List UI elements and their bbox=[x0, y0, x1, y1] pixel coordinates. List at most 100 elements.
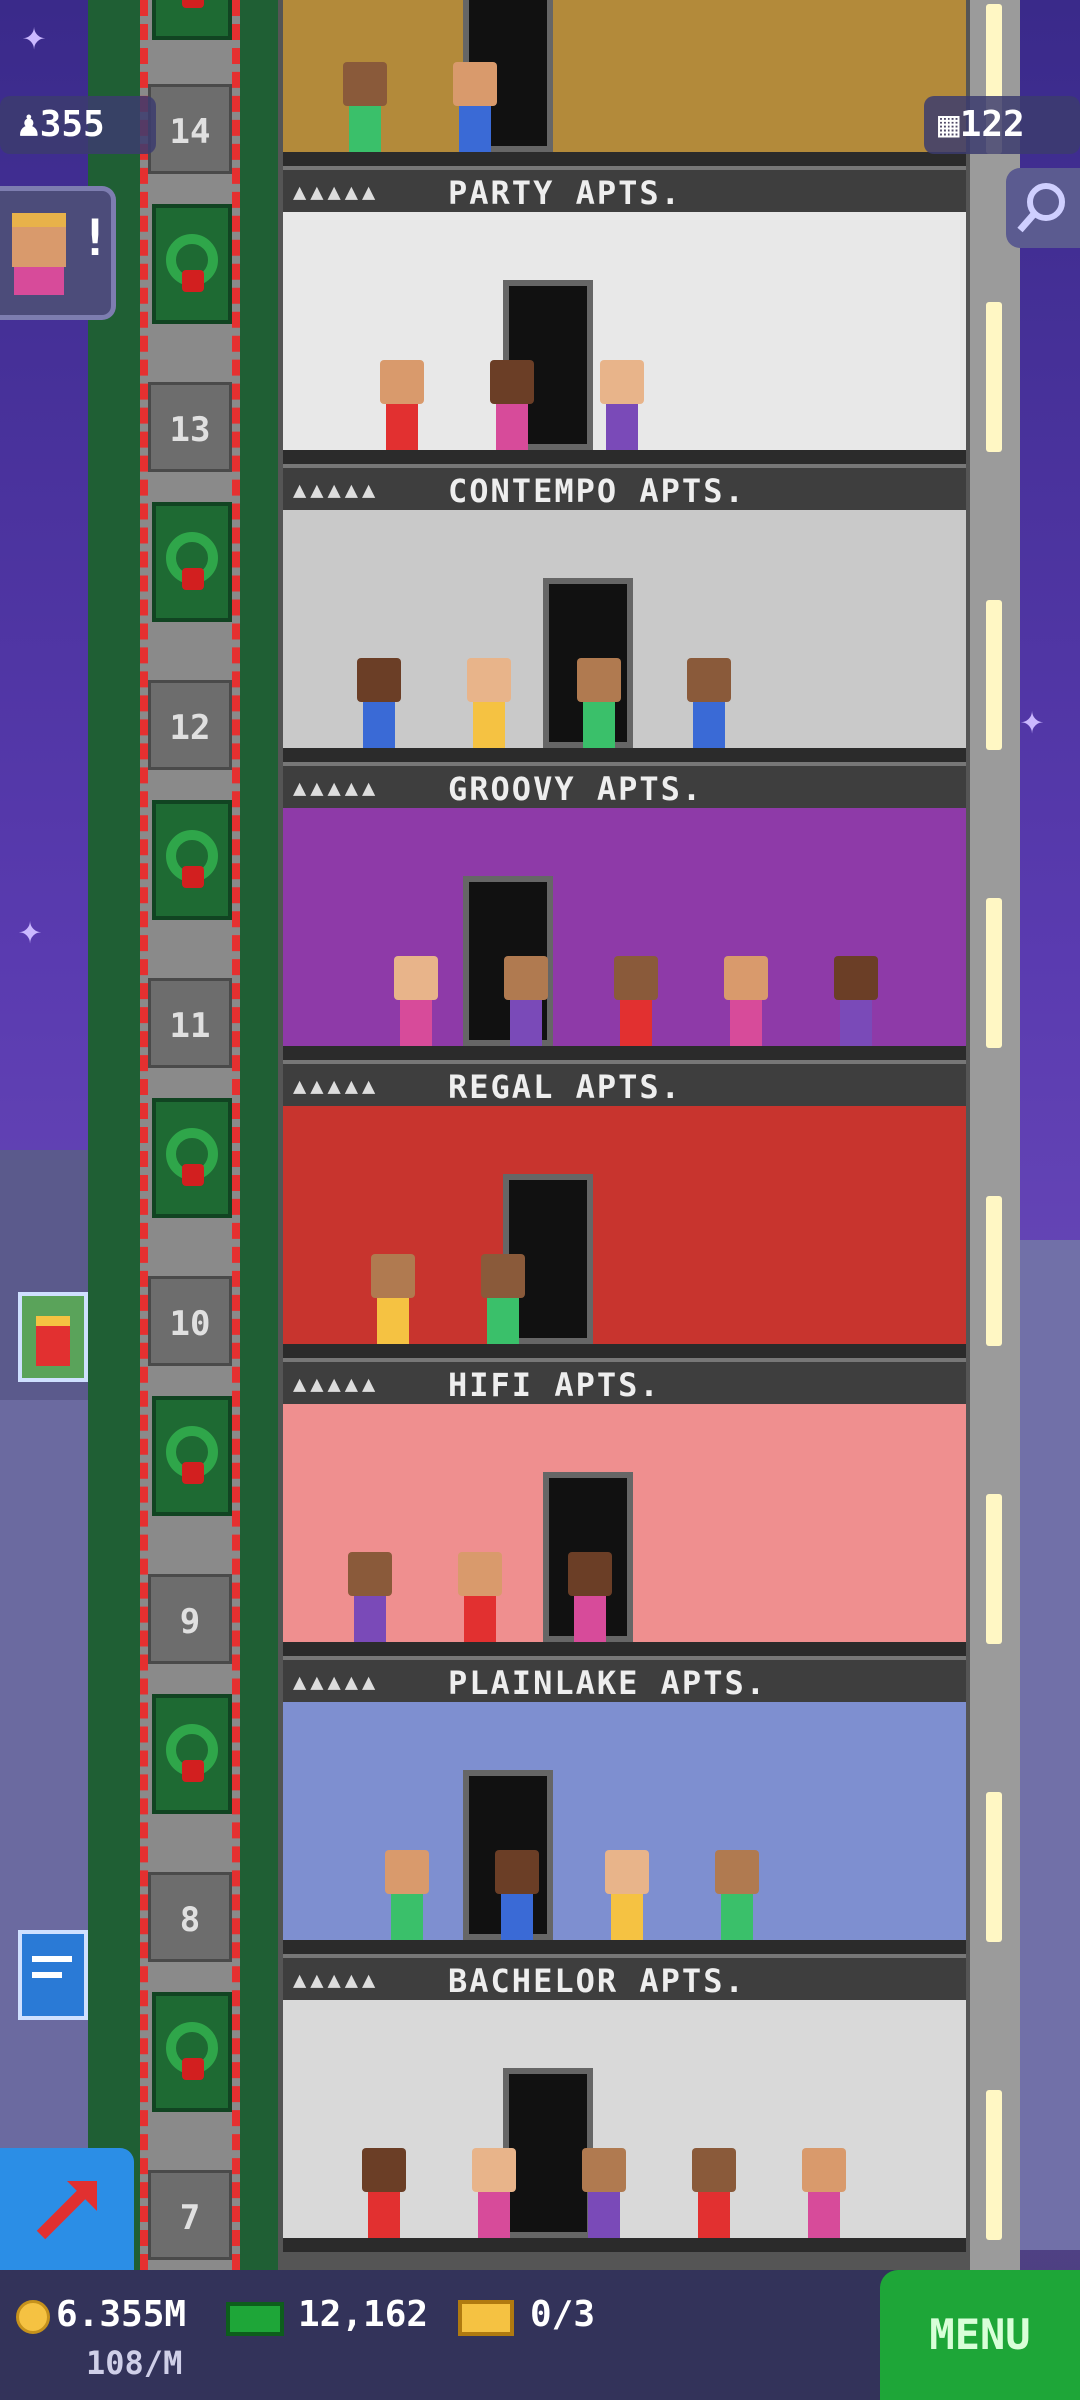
bitizen-head bbox=[481, 1254, 525, 1298]
bitizen[interactable] bbox=[495, 1850, 539, 1940]
bitizen-notification-button[interactable]: ! bbox=[0, 186, 116, 320]
bitizen-head bbox=[577, 658, 621, 702]
bitizen[interactable] bbox=[380, 360, 424, 450]
room-floor bbox=[283, 748, 966, 762]
floor-number: 8 bbox=[148, 1872, 232, 1962]
apartment-floor[interactable] bbox=[283, 510, 966, 762]
bitizen[interactable] bbox=[715, 1850, 759, 1940]
bitizen[interactable] bbox=[385, 1850, 429, 1940]
fries-icon[interactable] bbox=[18, 1292, 88, 1382]
bitizen[interactable] bbox=[472, 2148, 516, 2238]
floor-sign: ▲▲▲▲▲ PLAINLAKE APTS. bbox=[283, 1656, 966, 1702]
bitizen[interactable] bbox=[600, 360, 644, 450]
bitizen[interactable] bbox=[467, 658, 511, 748]
bitizen-head bbox=[724, 956, 768, 1000]
bitizen-body bbox=[583, 702, 615, 748]
bitizen-body bbox=[496, 404, 528, 450]
elevator-arrow-icon bbox=[36, 2181, 97, 2240]
bitizen-head bbox=[357, 658, 401, 702]
floor-sign-label: REGAL APTS. bbox=[448, 1068, 682, 1106]
bitizen-head bbox=[472, 2148, 516, 2192]
bitizen-body bbox=[808, 2192, 840, 2238]
menu-button[interactable]: MENU bbox=[880, 2270, 1080, 2400]
bitizen[interactable] bbox=[458, 1552, 502, 1642]
bitizen-head bbox=[362, 2148, 406, 2192]
wreath-decoration-icon bbox=[152, 1098, 232, 1218]
bitizen-head bbox=[467, 658, 511, 702]
message-icon[interactable] bbox=[18, 1930, 88, 2020]
ticket-icon bbox=[458, 2300, 514, 2336]
stars-rating: ▲▲▲▲▲ bbox=[293, 1372, 380, 1397]
apartment-floor[interactable] bbox=[283, 2000, 966, 2252]
stars-rating: ▲▲▲▲▲ bbox=[293, 1968, 380, 1993]
message-line bbox=[32, 1956, 72, 1962]
bitizen[interactable] bbox=[568, 1552, 612, 1642]
apartment-floor[interactable] bbox=[283, 1106, 966, 1358]
notification-mark: ! bbox=[80, 209, 111, 267]
bitizen-body bbox=[487, 1298, 519, 1344]
elevator-button[interactable] bbox=[0, 2148, 134, 2270]
rail-light bbox=[986, 1792, 1002, 1942]
floor-number: 11 bbox=[148, 978, 232, 1068]
bitizen-body bbox=[464, 1596, 496, 1642]
stars-rating: ▲▲▲▲▲ bbox=[293, 478, 380, 503]
bitizen-body bbox=[391, 1894, 423, 1940]
bitizen-body bbox=[611, 1894, 643, 1940]
bitizen-body bbox=[377, 1298, 409, 1344]
apartment-floor[interactable] bbox=[283, 1404, 966, 1656]
population-counter[interactable]: ♟355 bbox=[0, 96, 156, 154]
bitizen[interactable] bbox=[504, 956, 548, 1046]
coin-icon bbox=[16, 2300, 50, 2334]
bitizen-body bbox=[574, 1596, 606, 1642]
bitizen[interactable] bbox=[362, 2148, 406, 2238]
bitizen[interactable] bbox=[605, 1850, 649, 1940]
floor-sign-label: HIFI APTS. bbox=[448, 1366, 661, 1404]
apartment-floor[interactable] bbox=[283, 1702, 966, 1954]
bitizen[interactable] bbox=[614, 956, 658, 1046]
wreath-decoration-icon bbox=[152, 1694, 232, 1814]
rail-light bbox=[986, 898, 1002, 1048]
room-floor bbox=[283, 1940, 966, 1954]
room-floor bbox=[283, 450, 966, 464]
bitizen[interactable] bbox=[481, 1254, 525, 1344]
search-button[interactable] bbox=[1006, 168, 1080, 248]
bitizen[interactable] bbox=[577, 658, 621, 748]
bitizen[interactable] bbox=[357, 658, 401, 748]
bitizen[interactable] bbox=[371, 1254, 415, 1344]
floor-counter[interactable]: ▦122 bbox=[924, 96, 1080, 154]
bitizen[interactable] bbox=[802, 2148, 846, 2238]
floor-sign-label: BACHELOR APTS. bbox=[448, 1962, 746, 2000]
bitizen-head bbox=[600, 360, 644, 404]
apartment-floor[interactable] bbox=[283, 0, 966, 166]
floor-sign: ▲▲▲▲▲ BACHELOR APTS. bbox=[283, 1954, 966, 2000]
bitizen[interactable] bbox=[348, 1552, 392, 1642]
room-floor bbox=[283, 1642, 966, 1656]
bitizen-head bbox=[394, 956, 438, 1000]
bitizen[interactable] bbox=[692, 2148, 736, 2238]
apartment-floor[interactable] bbox=[283, 808, 966, 1060]
bitizen[interactable] bbox=[687, 658, 731, 748]
bitizen[interactable] bbox=[834, 956, 878, 1046]
bitizen-head bbox=[504, 956, 548, 1000]
apartment-floor[interactable] bbox=[283, 212, 966, 464]
bitizen-head bbox=[605, 1850, 649, 1894]
bitizen[interactable] bbox=[582, 2148, 626, 2238]
floor-number: 7 bbox=[148, 2170, 232, 2260]
city-skyline-right bbox=[1010, 1240, 1080, 2250]
bitizen[interactable] bbox=[343, 62, 387, 152]
floor-sign-label: PARTY APTS. bbox=[448, 174, 682, 212]
bux-balance: 12,162 bbox=[298, 2294, 429, 2335]
bitizen[interactable] bbox=[394, 956, 438, 1046]
bitizen[interactable] bbox=[453, 62, 497, 152]
ticket-count: 0/3 bbox=[530, 2294, 596, 2335]
bitizen-body bbox=[620, 1000, 652, 1046]
search-icon bbox=[1017, 183, 1065, 233]
star-icon: ✦ bbox=[1020, 697, 1045, 743]
bitizen-head bbox=[582, 2148, 626, 2192]
floor-number: 12 bbox=[148, 680, 232, 770]
bitizen[interactable] bbox=[490, 360, 534, 450]
stars-rating: ▲▲▲▲▲ bbox=[293, 1670, 380, 1695]
message-line bbox=[32, 1972, 62, 1978]
bitizen-head bbox=[568, 1552, 612, 1596]
bitizen[interactable] bbox=[724, 956, 768, 1046]
